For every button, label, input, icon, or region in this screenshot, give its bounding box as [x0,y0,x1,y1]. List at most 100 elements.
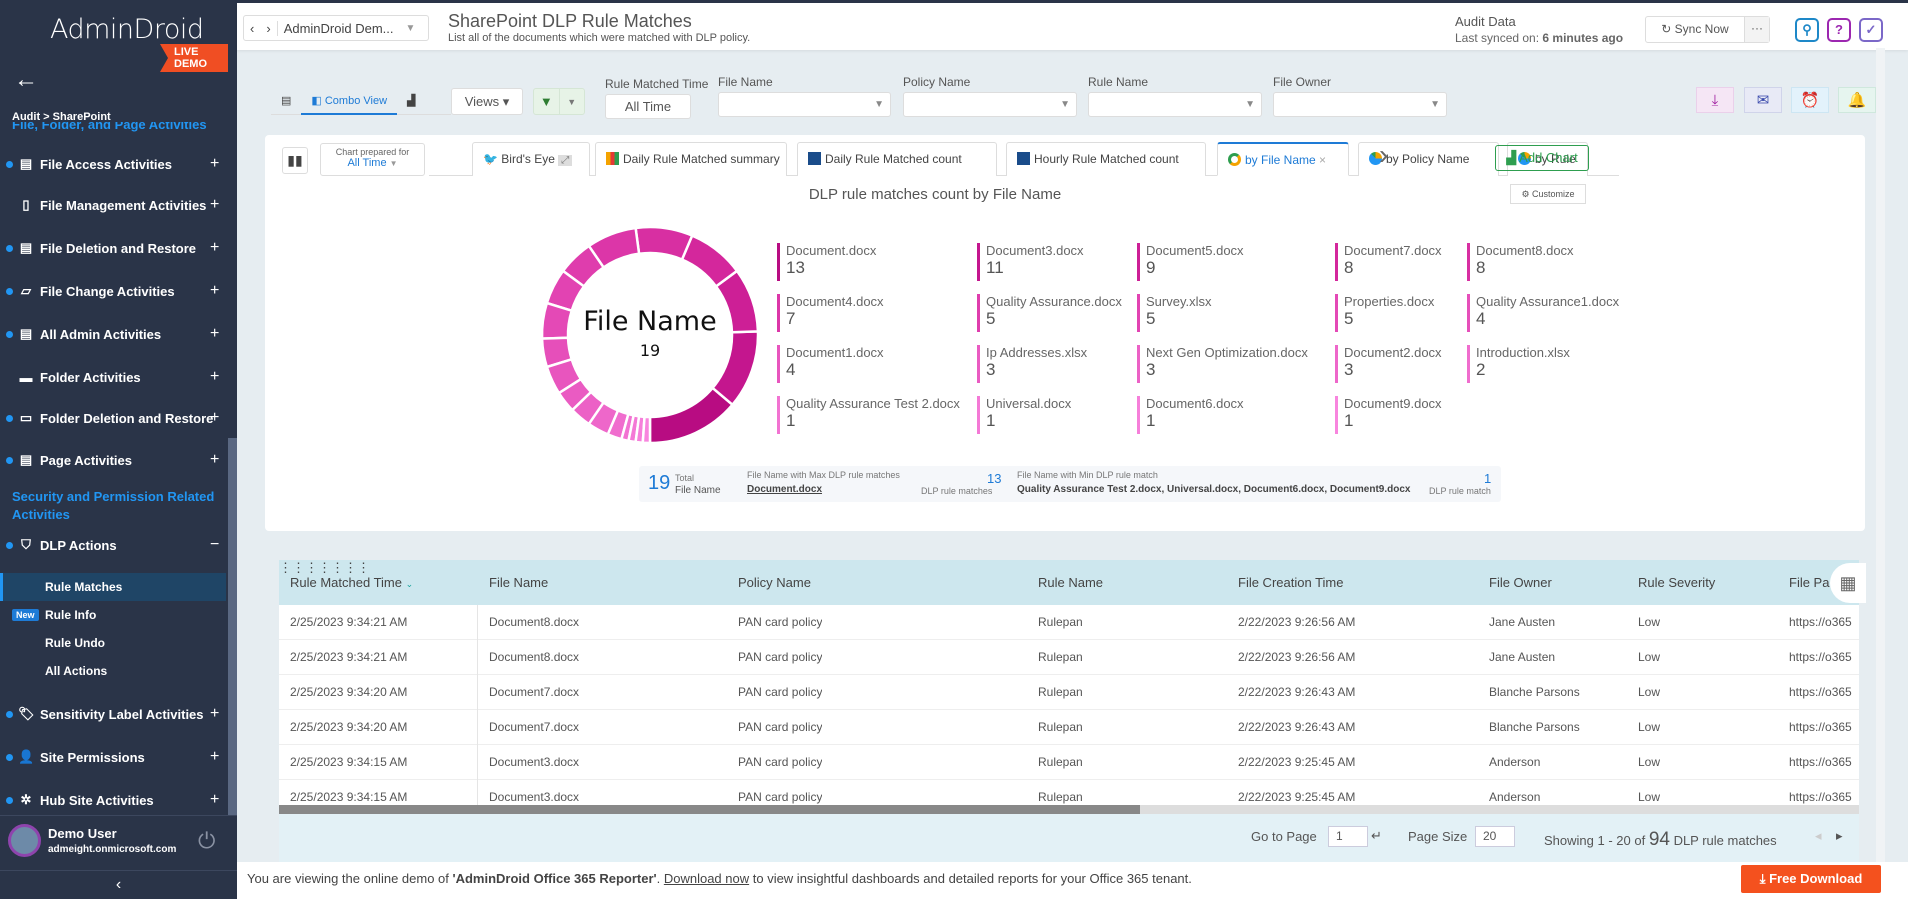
donut-slice[interactable] [648,386,735,445]
legend-item[interactable]: Document2.docx 3 [1335,345,1442,383]
tab-birds-eye[interactable]: 🐦 Bird's Eye ⤢ [472,142,590,176]
tab-combo-view[interactable]: ◧ Combo View [301,87,398,115]
legend-item[interactable]: Document7.docx 8 [1335,243,1442,281]
tab-daily-summary[interactable]: Daily Rule Matched summary [595,142,787,176]
policy-name-filter[interactable]: ▼ [903,92,1077,117]
report-view-icon[interactable]: ▤ [271,87,301,115]
expand-icon[interactable]: + [210,196,219,214]
legend-item[interactable]: Quality Assurance.docx 5 [977,294,1122,332]
expand-icon[interactable]: + [210,791,219,809]
next-page-icon[interactable]: ▸ [1836,828,1843,844]
column-header[interactable]: Rule Name [1038,560,1103,605]
column-header[interactable]: Rule Matched Time ⌄ [290,560,413,605]
bell-icon[interactable]: 🔔 [1838,87,1876,113]
sort-desc-icon[interactable]: ⌄ [406,579,414,589]
column-header[interactable]: Policy Name [738,560,811,605]
tab-hourly-count[interactable]: Hourly Rule Matched count [1006,142,1206,176]
legend-item[interactable]: Document9.docx 1 [1335,396,1442,434]
legend-item[interactable]: Ip Addresses.xlsx 3 [977,345,1087,383]
file-owner-filter[interactable]: ▼ [1273,92,1447,117]
expand-icon[interactable]: + [210,409,219,427]
sidebar-item[interactable]: ▱ File Change Activities + [0,279,230,303]
donut-slice[interactable] [641,415,652,445]
rule-matched-time-filter[interactable]: All Time [605,94,691,119]
legend-item[interactable]: Next Gen Optimization.docx 3 [1137,345,1308,383]
next-tabs-arrow-icon[interactable]: › [1379,139,1388,171]
legend-item[interactable]: Document8.docx 8 [1467,243,1574,281]
avatar[interactable] [8,824,41,857]
table-row[interactable]: 2/25/2023 9:34:20 AM Document7.docx PAN ca… [279,675,1859,710]
expand-icon[interactable]: + [210,325,219,343]
table-row[interactable]: 2/25/2023 9:34:20 AM Document7.docx PAN ca… [279,710,1859,745]
sidebar-item[interactable]: ▯ File Management Activities + [0,193,230,217]
sidebar-item[interactable]: ▤ Page Activities + [0,448,230,472]
admindroid-logo[interactable]: AdminDroid [50,14,204,45]
expand-icon[interactable]: + [210,155,219,173]
power-icon[interactable]: ⏻ [198,828,215,854]
collapse-sidebar-icon[interactable]: ‹ [0,870,237,899]
legend-item[interactable]: Document.docx 13 [777,243,876,281]
free-download-button[interactable]: ⤓ Free Download [1741,865,1881,893]
column-header[interactable]: File Owner [1489,560,1552,605]
horizontal-scrollbar[interactable] [279,805,1859,814]
close-icon[interactable]: × [1319,153,1326,167]
expand-icon[interactable]: + [210,368,219,386]
legend-item[interactable]: Properties.docx 5 [1335,294,1434,332]
enter-icon[interactable]: ↵ [1371,828,1382,844]
prev-page-icon[interactable]: ◂ [1815,828,1822,844]
expand-icon[interactable]: + [210,705,219,723]
mail-icon[interactable]: ✉ [1744,87,1782,113]
collapse-icon[interactable]: − [210,536,219,554]
file-name-filter[interactable]: ▼ [718,92,891,117]
column-header[interactable]: File Pa [1789,560,1829,605]
sidebar-item[interactable]: ▤ All Admin Activities + [0,322,230,346]
column-header[interactable]: File Name [489,560,548,605]
rule-name-filter[interactable]: ▼ [1088,92,1262,117]
views-dropdown[interactable]: Views ▾ [451,88,523,115]
donut-slice[interactable] [634,225,694,262]
tasks-check-icon[interactable]: ✓ [1859,18,1883,42]
expand-icon[interactable]: ⤢ [558,155,573,166]
download-icon[interactable]: ⤓ [1696,87,1734,113]
table-row[interactable]: 2/25/2023 9:34:21 AM Document8.docx PAN ca… [279,640,1859,675]
sidebar-item[interactable]: ▤ File Deletion and Restore + [0,236,230,260]
sidebar-subitem-rule-undo[interactable]: Rule Undo [0,629,226,657]
legend-item[interactable]: Document5.docx 9 [1137,243,1244,281]
chart-view-icon[interactable]: ▟ [397,87,425,115]
goto-page-input[interactable]: 1 [1328,826,1368,847]
page-size-input[interactable]: 20 [1475,826,1515,847]
legend-item[interactable]: Document1.docx 4 [777,345,884,383]
help-icon[interactable]: ? [1827,18,1851,42]
column-settings-icon[interactable]: ▦ [1830,563,1866,603]
more-options-button[interactable]: ··· [1744,17,1769,42]
column-header[interactable]: Rule Severity [1638,560,1715,605]
table-row[interactable]: 2/25/2023 9:34:21 AM Document8.docx PAN ca… [279,605,1859,640]
sidebar-item[interactable]: ▬ Folder Activities + [0,365,230,389]
sidebar-subitem-rule-info[interactable]: New Rule Info [0,601,226,629]
legend-item[interactable]: Universal.docx 1 [977,396,1071,434]
prev-icon[interactable]: ‹ [244,21,260,36]
expand-icon[interactable]: + [210,451,219,469]
legend-item[interactable]: Introduction.xlsx 2 [1467,345,1570,383]
sidebar-item-site-permissions[interactable]: 👤 Site Permissions + [0,745,230,769]
page-scrollbar[interactable] [1876,48,1885,862]
expand-icon[interactable]: + [210,239,219,257]
next-icon[interactable]: › [260,20,278,36]
sidebar-subitem-rule-matches[interactable]: Rule Matches [0,573,226,601]
chevron-down-icon[interactable]: ▼ [558,89,585,114]
back-arrow-icon[interactable]: ← [14,66,38,94]
sync-now-button[interactable]: ↻ Sync Now ··· [1645,16,1770,43]
legend-item[interactable]: Survey.xlsx 5 [1137,294,1212,332]
scrollbar-thumb[interactable] [279,805,1140,814]
legend-item[interactable]: Quality Assurance1.docx 4 [1467,294,1619,332]
table-row[interactable]: 2/25/2023 9:34:15 AM Document3.docx PAN ca… [279,745,1859,780]
donut-slice[interactable] [540,301,574,340]
sidebar-item[interactable]: ▭ Folder Deletion and Restore + [0,406,230,430]
alarm-clock-icon[interactable]: ⏰ [1791,87,1829,113]
max-file-link[interactable]: Document.docx [747,484,822,495]
filter-button[interactable]: ▼ ▼ [533,88,585,115]
tab-daily-count[interactable]: Daily Rule Matched count [797,142,997,176]
chart-period-selector[interactable]: Chart prepared for All Time ▼ [320,143,425,176]
legend-item[interactable]: Document4.docx 7 [777,294,884,332]
sidebar-item-hub-site[interactable]: ✲ Hub Site Activities + [0,788,230,812]
